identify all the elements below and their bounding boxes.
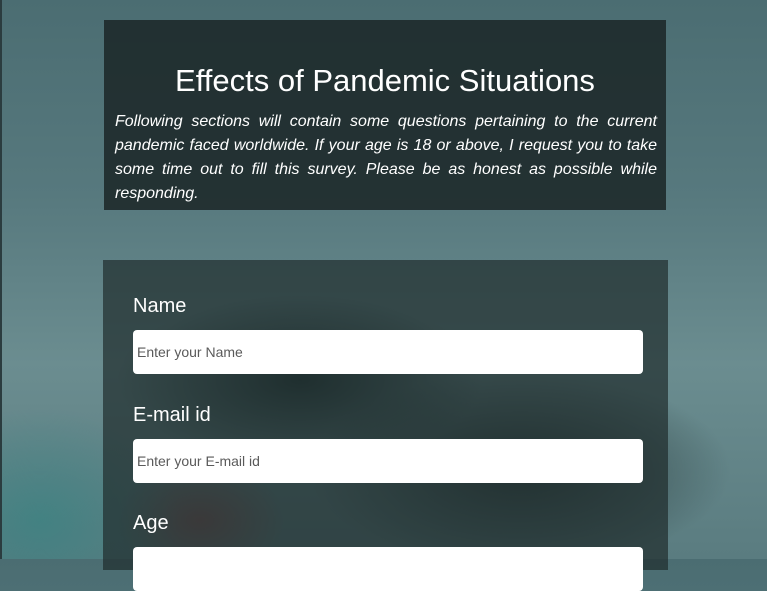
email-input[interactable]: [133, 439, 643, 483]
name-label: Name: [133, 295, 187, 317]
page-edge: [0, 0, 2, 559]
email-label: E-mail id: [133, 404, 211, 426]
name-input[interactable]: [133, 330, 643, 374]
survey-header: Effects of Pandemic Situations Following…: [104, 20, 666, 210]
survey-form: Name E-mail id Age: [103, 260, 668, 591]
page-title: Effects of Pandemic Situations: [175, 63, 595, 98]
survey-description: Following sections will contain some que…: [115, 113, 657, 202]
age-label: Age: [133, 512, 169, 534]
age-input[interactable]: [133, 547, 643, 591]
